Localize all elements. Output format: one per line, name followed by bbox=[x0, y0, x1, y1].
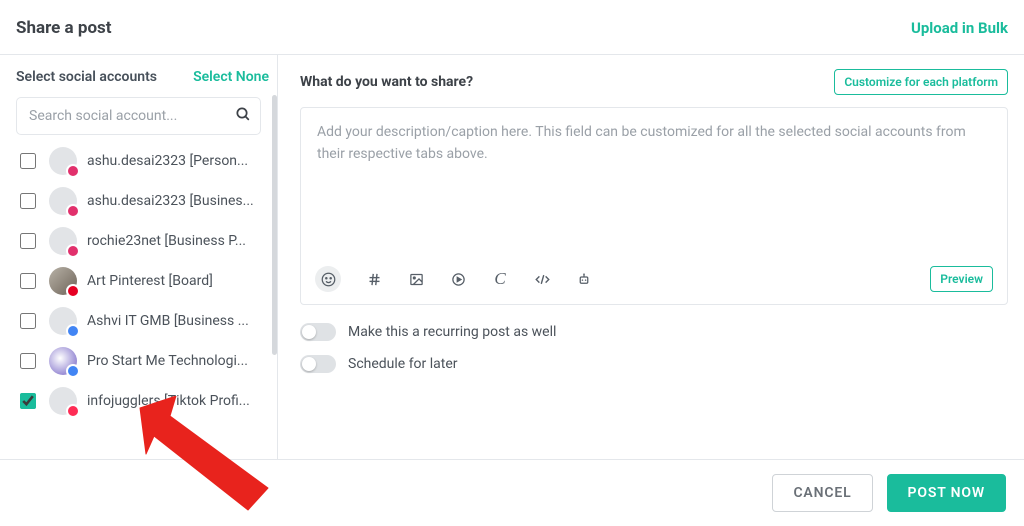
editor-toolbar: C Preview bbox=[301, 258, 1007, 304]
account-item[interactable]: Ashvi IT GMB [Business ... bbox=[16, 301, 265, 341]
account-list: ashu.desai2323 [Person... ashu.desai2323… bbox=[16, 141, 265, 475]
account-panel-title: Select social accounts bbox=[16, 69, 157, 85]
preview-button[interactable]: Preview bbox=[930, 266, 993, 292]
avatar bbox=[49, 267, 77, 295]
post-now-button[interactable]: POST NOW bbox=[887, 474, 1007, 512]
account-label: infojugglers [Tiktok Profi... bbox=[87, 393, 265, 409]
avatar bbox=[49, 387, 77, 415]
account-panel-header: Select social accounts Select None bbox=[16, 69, 269, 85]
schedule-label: Schedule for later bbox=[348, 356, 458, 372]
footer-bar: CANCEL POST NOW bbox=[0, 459, 1024, 526]
avatar bbox=[49, 307, 77, 335]
canva-icon[interactable]: C bbox=[491, 270, 509, 288]
avatar bbox=[49, 347, 77, 375]
image-icon[interactable] bbox=[407, 270, 425, 288]
account-checkbox[interactable] bbox=[20, 193, 36, 209]
account-label: ashu.desai2323 [Busines... bbox=[87, 193, 265, 209]
recurring-toggle-row: Make this a recurring post as well bbox=[300, 323, 1008, 341]
instagram-icon bbox=[66, 164, 80, 178]
account-checkbox[interactable] bbox=[20, 153, 36, 169]
cancel-button[interactable]: CANCEL bbox=[772, 474, 872, 512]
customize-platform-button[interactable]: Customize for each platform bbox=[834, 69, 1008, 95]
composer-header: What do you want to share? Customize for… bbox=[300, 69, 1008, 95]
schedule-toggle[interactable] bbox=[300, 355, 336, 373]
search-icon[interactable] bbox=[235, 106, 251, 126]
account-item[interactable]: ashu.desai2323 [Busines... bbox=[16, 181, 265, 221]
account-checkbox[interactable] bbox=[20, 313, 36, 329]
main-columns: Select social accounts Select None ashu.… bbox=[0, 55, 1024, 475]
google-business-icon bbox=[66, 324, 80, 338]
avatar bbox=[49, 227, 77, 255]
emoji-icon[interactable] bbox=[315, 266, 341, 292]
page-header: Share a post Upload in Bulk bbox=[0, 0, 1024, 55]
avatar bbox=[49, 147, 77, 175]
schedule-toggle-row: Schedule for later bbox=[300, 355, 1008, 373]
recurring-toggle[interactable] bbox=[300, 323, 336, 341]
ai-icon[interactable] bbox=[575, 270, 593, 288]
search-input[interactable] bbox=[16, 97, 261, 135]
account-item[interactable]: infojugglers [Tiktok Profi... bbox=[16, 381, 265, 421]
account-checkbox[interactable] bbox=[20, 353, 36, 369]
select-none-link[interactable]: Select None bbox=[193, 69, 269, 85]
account-label: Ashvi IT GMB [Business ... bbox=[87, 313, 265, 329]
toolbar-icon-group: C bbox=[315, 266, 593, 292]
hashtag-icon[interactable] bbox=[365, 270, 383, 288]
account-label: Pro Start Me Technologi... bbox=[87, 353, 265, 369]
account-search bbox=[16, 97, 261, 135]
avatar bbox=[49, 187, 77, 215]
embed-icon[interactable] bbox=[533, 270, 551, 288]
scrollbar-thumb[interactable] bbox=[272, 95, 277, 355]
composer-title: What do you want to share? bbox=[300, 74, 473, 90]
account-item[interactable]: ashu.desai2323 [Person... bbox=[16, 141, 265, 181]
upload-bulk-link[interactable]: Upload in Bulk bbox=[911, 19, 1008, 37]
google-business-icon bbox=[66, 364, 80, 378]
instagram-icon bbox=[66, 244, 80, 258]
instagram-icon bbox=[66, 204, 80, 218]
post-textarea[interactable]: Add your description/caption here. This … bbox=[301, 108, 1007, 258]
tiktok-icon bbox=[66, 404, 80, 418]
account-item[interactable]: Art Pinterest [Board] bbox=[16, 261, 265, 301]
account-item[interactable]: Pro Start Me Technologi... bbox=[16, 341, 265, 381]
composer-panel: What do you want to share? Customize for… bbox=[278, 55, 1024, 475]
account-panel: Select social accounts Select None ashu.… bbox=[0, 55, 278, 475]
account-checkbox[interactable] bbox=[20, 393, 36, 409]
page-title: Share a post bbox=[16, 18, 112, 38]
post-editor: Add your description/caption here. This … bbox=[300, 107, 1008, 305]
account-checkbox[interactable] bbox=[20, 233, 36, 249]
account-item[interactable]: rochie23net [Business P... bbox=[16, 221, 265, 261]
pinterest-icon bbox=[66, 284, 80, 298]
account-label: rochie23net [Business P... bbox=[87, 233, 265, 249]
account-label: ashu.desai2323 [Person... bbox=[87, 153, 265, 169]
account-checkbox[interactable] bbox=[20, 273, 36, 289]
recurring-label: Make this a recurring post as well bbox=[348, 324, 556, 340]
account-label: Art Pinterest [Board] bbox=[87, 273, 265, 289]
video-icon[interactable] bbox=[449, 270, 467, 288]
